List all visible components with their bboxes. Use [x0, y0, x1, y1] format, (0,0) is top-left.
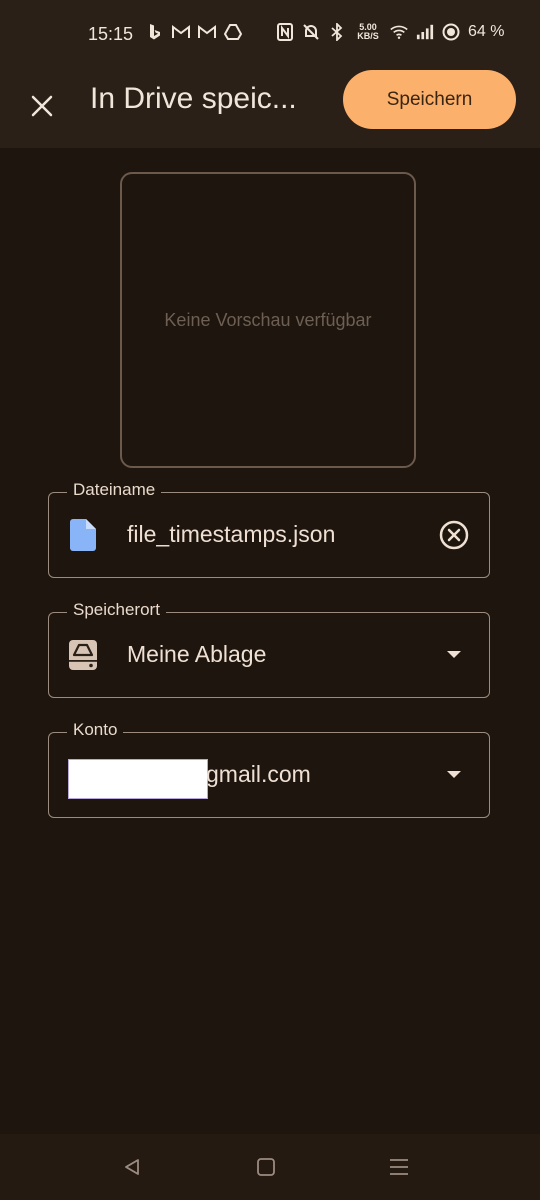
network-speed-unit: KB/S: [357, 31, 379, 41]
file-icon: [69, 519, 97, 551]
location-label: Speicherort: [67, 600, 166, 620]
filename-field[interactable]: Dateiname file_timestamps.json: [48, 480, 490, 578]
account-email-domain: gmail.com: [206, 761, 311, 787]
network-speed: 5.00 KB/S: [354, 23, 382, 41]
recents-icon: [390, 1159, 408, 1175]
gmail-icon: [172, 22, 190, 42]
status-time: 15:15: [88, 24, 134, 44]
mute-icon: [302, 22, 320, 42]
save-button[interactable]: Speichern: [343, 70, 516, 129]
location-field[interactable]: Speicherort Meine Ablage: [48, 600, 490, 698]
clear-icon: [439, 520, 469, 550]
nfc-icon: [276, 22, 294, 42]
battery-percentage: 64 %: [468, 23, 505, 40]
preview-placeholder: Keine Vorschau verfügbar: [164, 309, 372, 330]
account-field[interactable]: Konto gmail.com: [48, 720, 490, 818]
dropdown-arrow-icon: [447, 651, 461, 658]
close-icon: [31, 95, 53, 117]
account-dropdown-button[interactable]: [437, 758, 471, 792]
wifi-icon: [390, 22, 408, 42]
back-button[interactable]: [115, 1152, 149, 1182]
signal-icon: [416, 22, 434, 42]
system-navigation-bar: [0, 1134, 540, 1200]
close-button[interactable]: [20, 84, 64, 128]
status-bar: 15:15 5.00 KB/S 64 %: [0, 0, 540, 68]
home-icon: [257, 1158, 275, 1176]
drive-icon: [224, 22, 242, 42]
clear-filename-button[interactable]: [437, 518, 471, 552]
back-icon: [125, 1159, 139, 1175]
account-label: Konto: [67, 720, 124, 740]
drive-storage-icon: [69, 639, 97, 671]
redacted-email-block: [68, 759, 208, 799]
notification-icons: [146, 22, 242, 42]
bluetooth-icon: [328, 22, 346, 42]
page-title: In Drive speic...: [90, 82, 297, 115]
gmail-icon: [198, 22, 216, 42]
app-bar: In Drive speic... Speichern: [0, 68, 540, 148]
filename-input[interactable]: file_timestamps.json: [127, 521, 335, 548]
recents-button[interactable]: [382, 1152, 416, 1182]
location-dropdown-button[interactable]: [437, 638, 471, 672]
file-preview: Keine Vorschau verfügbar: [120, 172, 416, 468]
battery-icon: [442, 22, 460, 42]
system-icons: 5.00 KB/S 64 %: [276, 22, 504, 42]
filename-label: Dateiname: [67, 480, 162, 500]
bing-icon: [146, 22, 164, 42]
location-value: Meine Ablage: [127, 641, 267, 667]
dropdown-arrow-icon: [447, 771, 461, 778]
home-button[interactable]: [249, 1152, 283, 1182]
